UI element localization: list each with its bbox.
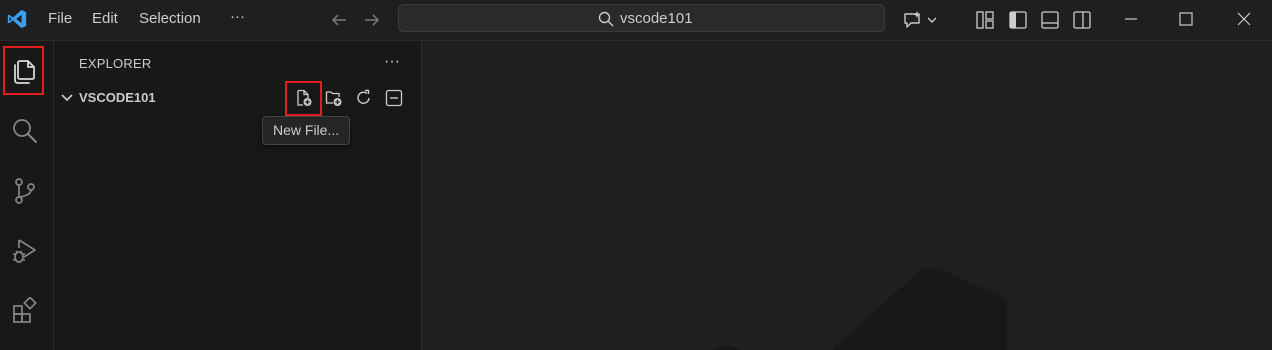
activity-search[interactable]: [3, 105, 43, 153]
new-file-tooltip: New File...: [262, 116, 351, 145]
editor-area: [422, 41, 1272, 350]
menu-file[interactable]: File: [48, 10, 72, 28]
search-icon: [598, 11, 614, 27]
toggle-primary-sidebar-icon[interactable]: [1008, 10, 1028, 30]
menu-selection[interactable]: Selection: [139, 10, 201, 28]
toggle-panel-icon[interactable]: [1040, 10, 1060, 30]
activity-extensions[interactable]: [3, 285, 43, 333]
explorer-more-actions[interactable]: ···: [384, 53, 400, 71]
forward-arrow-icon[interactable]: [363, 11, 381, 29]
activity-bar: [0, 41, 54, 350]
explorer-title: EXPLORER: [79, 56, 152, 71]
toggle-secondary-sidebar-icon[interactable]: [1072, 10, 1092, 30]
activity-explorer[interactable]: [3, 45, 43, 93]
maximize-icon[interactable]: [1178, 11, 1194, 27]
activity-run-debug[interactable]: [3, 225, 43, 273]
workspace-folder-name: VSCODE101: [79, 90, 156, 105]
new-folder-button[interactable]: [322, 86, 346, 110]
activity-source-control[interactable]: [3, 165, 43, 213]
explorer-sidebar: EXPLORER ··· VSCODE101 New File...: [54, 41, 422, 350]
copilot-chat-icon[interactable]: [902, 10, 938, 30]
search-text: vscode101: [620, 10, 693, 27]
menu-more[interactable]: ···: [230, 8, 245, 26]
title-bar: File Edit Selection ··· vscode101: [0, 0, 1272, 41]
vscode-logo-icon: [6, 8, 28, 30]
vscode-watermark-icon: [712, 267, 1007, 350]
new-file-button[interactable]: [292, 86, 316, 110]
collapse-all-button[interactable]: [382, 86, 406, 110]
workspace-folder-header[interactable]: VSCODE101: [54, 85, 422, 111]
chevron-down-icon[interactable]: [60, 91, 74, 105]
back-arrow-icon[interactable]: [330, 11, 348, 29]
command-center-search[interactable]: vscode101: [398, 4, 885, 32]
minimize-icon[interactable]: [1123, 11, 1139, 27]
customize-layout-icon[interactable]: [975, 10, 995, 30]
menu-edit[interactable]: Edit: [92, 10, 118, 28]
refresh-button[interactable]: [352, 86, 376, 110]
close-icon[interactable]: [1236, 11, 1252, 27]
